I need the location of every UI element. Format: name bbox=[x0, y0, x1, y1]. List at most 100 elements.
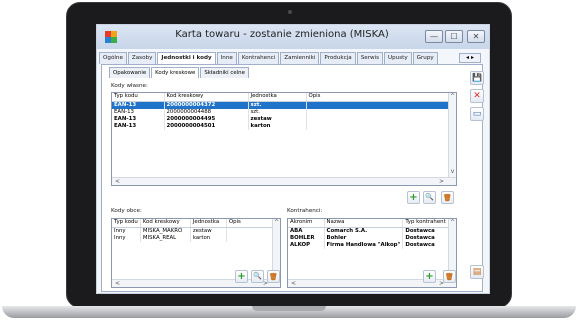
cell: 2000000004372 bbox=[164, 101, 249, 109]
own-codes-table: Typ kodu Kod kreskowy Jednostka Opis EAN… bbox=[112, 93, 456, 130]
attachment-button[interactable]: ▤ bbox=[470, 265, 484, 279]
cell: Comarch S.A. bbox=[324, 227, 404, 235]
window-title: Karta towaru - zostanie zmieniona (MISKA… bbox=[175, 29, 389, 40]
table-row[interactable]: EAN-13 2000000004372 szt. bbox=[112, 101, 456, 109]
add-own-code-button[interactable]: + bbox=[407, 191, 420, 204]
tab-produkcja[interactable]: Produkcja bbox=[320, 52, 356, 64]
cell: EAN-13 bbox=[112, 108, 165, 116]
tab-scroll-arrows[interactable]: ◂ ▸ bbox=[459, 53, 481, 63]
tab-kontrahenci[interactable]: Kontrahenci bbox=[237, 52, 280, 64]
cell: Bohler bbox=[324, 234, 404, 242]
tab-inne[interactable]: Inne bbox=[216, 52, 237, 64]
search-foreign-code-button[interactable]: 🔍 bbox=[251, 270, 264, 283]
table-row[interactable]: ALKOP Firma Handlowa "Alkop" Dostawca bbox=[288, 241, 456, 249]
tab-jednostki-i-kody[interactable]: Jednostki i kody bbox=[157, 52, 216, 64]
horizontal-scrollbar[interactable]: < > bbox=[112, 177, 456, 185]
delete-foreign-code-button[interactable]: 🗑 bbox=[267, 270, 280, 283]
contractors-table: Akronim Nazwa Typ kontrahent ABA Comarch… bbox=[288, 219, 456, 249]
cell: MISKA_REAL bbox=[140, 234, 191, 242]
scroll-up-icon[interactable]: ^ bbox=[273, 219, 280, 226]
scroll-up-icon[interactable]: ^ bbox=[449, 219, 456, 226]
save-button[interactable]: 💾 bbox=[470, 71, 484, 85]
tab-zamienniki[interactable]: Zamienniki bbox=[280, 52, 320, 64]
cell: MISKA_MAKRO bbox=[140, 227, 191, 235]
cancel-icon: ✕ bbox=[473, 91, 481, 101]
cell: 2000000004488 bbox=[164, 108, 249, 116]
cell: Inny bbox=[112, 227, 141, 235]
table-row[interactable]: Inny MISKA_MAKRO zestaw bbox=[112, 227, 280, 235]
column-header[interactable]: Opis bbox=[306, 93, 456, 102]
vertical-scrollbar[interactable]: ^ v bbox=[448, 93, 456, 179]
cell: karton bbox=[248, 122, 307, 130]
main-tabs: Ogólne Zasoby Jednostki i kody Inne Kont… bbox=[99, 52, 439, 64]
cell bbox=[306, 122, 456, 130]
foreign-codes-table: Typ kodu Kod kreskowy Jednostka Opis Inn… bbox=[112, 219, 280, 242]
scroll-left-icon[interactable]: < bbox=[115, 178, 120, 185]
tab-zasoby[interactable]: Zasoby bbox=[127, 52, 157, 64]
column-header[interactable]: Nazwa bbox=[324, 219, 404, 228]
cell bbox=[306, 108, 456, 116]
add-contractor-button[interactable]: + bbox=[423, 270, 436, 283]
cell bbox=[306, 101, 456, 109]
table-row[interactable]: EAN-13 2000000004501 karton bbox=[112, 122, 456, 130]
cell: ABA bbox=[288, 227, 325, 235]
column-header[interactable]: Jednostka bbox=[190, 219, 227, 228]
title-bar: Karta towaru - zostanie zmieniona (MISKA… bbox=[97, 25, 489, 49]
app-logo-icon bbox=[105, 31, 117, 43]
scroll-down-icon[interactable]: v bbox=[449, 168, 456, 175]
cell: Inny bbox=[112, 234, 141, 242]
tab-upusty[interactable]: Upusty bbox=[384, 52, 412, 64]
cell: BOHLER bbox=[288, 234, 325, 242]
cell: 2000000004501 bbox=[164, 122, 249, 130]
own-codes-label: Kody własne: bbox=[111, 83, 148, 89]
column-header[interactable]: Typ kodu bbox=[112, 219, 141, 228]
cell: zestaw bbox=[190, 227, 227, 235]
delete-own-code-button[interactable]: 🗑 bbox=[441, 191, 454, 204]
search-icon: 🔍 bbox=[425, 193, 434, 201]
column-header[interactable]: Jednostka bbox=[248, 93, 307, 102]
window-panel-button[interactable]: ▭ bbox=[470, 107, 484, 121]
close-button[interactable]: ✕ bbox=[467, 30, 485, 43]
minimize-button[interactable]: — bbox=[425, 30, 443, 43]
folder-icon: ▤ bbox=[472, 267, 482, 277]
delete-contractor-button[interactable]: 🗑 bbox=[443, 270, 456, 283]
column-header[interactable]: Kod kreskowy bbox=[140, 219, 191, 228]
cell: EAN-13 bbox=[112, 115, 165, 123]
foreign-codes-label: Kody obce: bbox=[111, 208, 142, 214]
cell: szt. bbox=[248, 101, 307, 109]
sub-tabs: Opakowanie Kody kreskowe Składniki celne bbox=[109, 67, 250, 78]
table-row[interactable]: Inny MISKA_REAL karton bbox=[112, 234, 280, 242]
maximize-button[interactable]: ☐ bbox=[445, 30, 463, 43]
cell: 2000000004495 bbox=[164, 115, 249, 123]
column-header[interactable]: Akronim bbox=[288, 219, 325, 228]
tab-ogolne[interactable]: Ogólne bbox=[99, 52, 127, 64]
search-own-code-button[interactable]: 🔍 bbox=[423, 191, 436, 204]
column-header[interactable]: Kod kreskowy bbox=[164, 93, 249, 102]
tab-grupy[interactable]: Grupy bbox=[412, 52, 438, 64]
panel-icon: ▭ bbox=[472, 109, 482, 119]
trash-icon: 🗑 bbox=[445, 273, 454, 281]
scroll-left-icon[interactable]: < bbox=[115, 280, 120, 287]
table-row[interactable]: EAN-13 2000000004488 szt. bbox=[112, 108, 456, 116]
cell: Firma Handlowa "Alkop" bbox=[324, 241, 404, 249]
subtab-kody-kreskowe[interactable]: Kody kreskowe bbox=[151, 67, 200, 78]
subtab-opakowanie[interactable]: Opakowanie bbox=[109, 67, 151, 78]
table-row[interactable]: BOHLER Bohler Dostawca bbox=[288, 234, 456, 242]
add-foreign-code-button[interactable]: + bbox=[235, 270, 248, 283]
cell: szt. bbox=[248, 108, 307, 116]
tab-serwis[interactable]: Serwis bbox=[356, 52, 384, 64]
contractors-label: Kontrahenci: bbox=[287, 208, 323, 214]
laptop-notch bbox=[252, 306, 326, 311]
save-icon: 💾 bbox=[472, 73, 482, 82]
cell: EAN-13 bbox=[112, 101, 165, 109]
subtab-skladniki-celne[interactable]: Składniki celne bbox=[200, 67, 249, 78]
scroll-right-icon[interactable]: > bbox=[439, 178, 444, 185]
camera-icon bbox=[288, 10, 292, 14]
cancel-button[interactable]: ✕ bbox=[470, 89, 484, 103]
table-row[interactable]: EAN-13 2000000004495 zestaw bbox=[112, 115, 456, 123]
column-header[interactable]: Typ kodu bbox=[112, 93, 165, 102]
scroll-up-icon[interactable]: ^ bbox=[449, 93, 456, 100]
table-row[interactable]: ABA Comarch S.A. Dostawca bbox=[288, 227, 456, 235]
own-codes-grid: Typ kodu Kod kreskowy Jednostka Opis EAN… bbox=[111, 92, 457, 186]
scroll-left-icon[interactable]: < bbox=[291, 280, 296, 287]
